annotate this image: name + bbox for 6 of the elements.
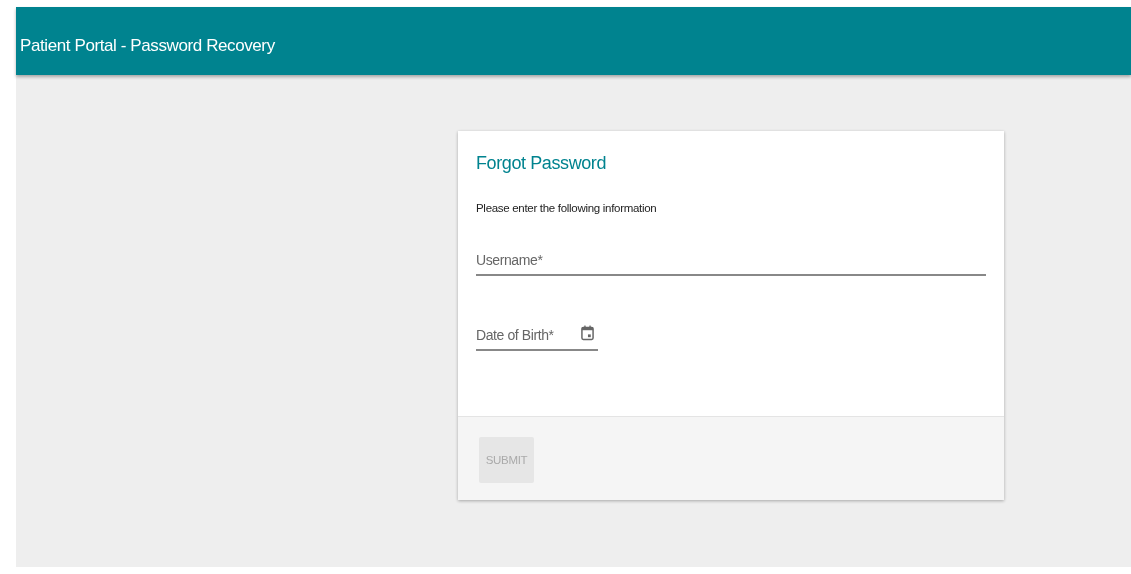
page-title: Patient Portal - Password Recovery — [20, 36, 275, 56]
date-field[interactable]: Date of Birth* — [476, 327, 598, 351]
card-title: Forgot Password — [476, 153, 608, 174]
calendar-icon[interactable] — [581, 325, 594, 341]
username-field[interactable]: Username* — [476, 252, 986, 276]
instructions-text: Please enter the following information — [476, 202, 658, 214]
